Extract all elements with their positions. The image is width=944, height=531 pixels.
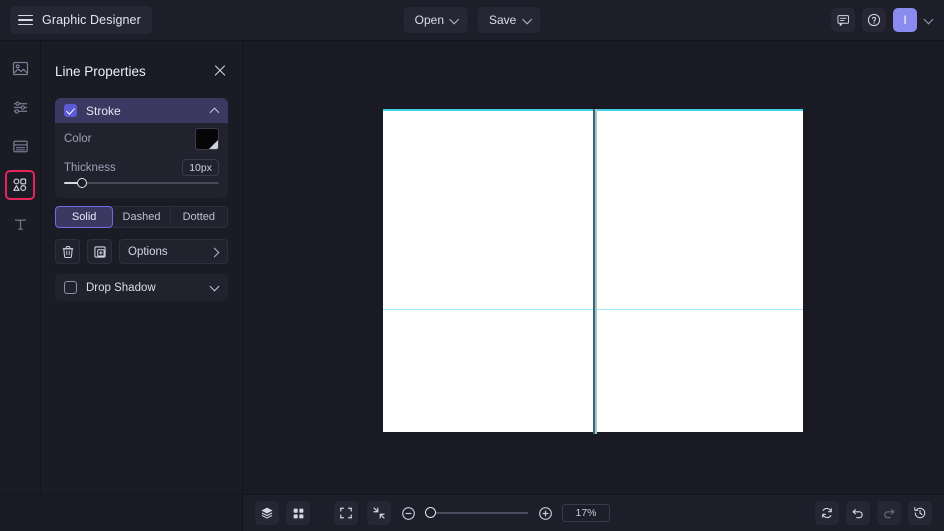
sidebar-item-shapes[interactable] bbox=[5, 170, 35, 200]
app-body: Line Properties Stroke Color Thickness 1… bbox=[0, 41, 944, 494]
stroke-section-header[interactable]: Stroke bbox=[55, 98, 228, 123]
chevron-right-icon bbox=[211, 248, 219, 256]
help-circle-icon bbox=[867, 13, 881, 27]
avatar[interactable]: I bbox=[893, 8, 917, 32]
drop-shadow-checkbox[interactable] bbox=[64, 281, 77, 294]
fit-screen-button[interactable] bbox=[334, 501, 358, 525]
canvas-stage[interactable] bbox=[243, 41, 944, 494]
tool-rail bbox=[0, 41, 41, 494]
zoom-in-circle-icon bbox=[538, 506, 553, 521]
view-tools bbox=[255, 501, 310, 525]
duplicate-button[interactable] bbox=[87, 239, 112, 264]
grid-button[interactable] bbox=[286, 501, 310, 525]
hamburger-icon bbox=[18, 15, 33, 26]
thickness-row: Thickness 10px bbox=[55, 155, 228, 177]
fit-screen-icon bbox=[339, 506, 353, 520]
chevron-up-icon[interactable] bbox=[210, 106, 219, 115]
zoom-out-button[interactable] bbox=[400, 505, 416, 521]
undo-button[interactable] bbox=[846, 501, 870, 525]
stroke-section: Stroke Color Thickness 10px bbox=[55, 98, 228, 198]
app-title: Graphic Designer bbox=[42, 13, 141, 27]
file-actions: Open Save bbox=[404, 7, 541, 33]
layers-button[interactable] bbox=[255, 501, 279, 525]
stroke-checkbox[interactable] bbox=[64, 104, 77, 117]
zoom-out-circle-icon bbox=[401, 506, 416, 521]
thickness-value[interactable]: 10px bbox=[182, 159, 219, 176]
undo-icon bbox=[851, 506, 865, 520]
drop-shadow-row[interactable]: Drop Shadow bbox=[55, 274, 228, 301]
style-dotted-button[interactable]: Dotted bbox=[171, 206, 228, 228]
layout-rows-icon bbox=[12, 138, 29, 155]
style-solid-button[interactable]: Solid bbox=[55, 206, 113, 228]
color-row: Color bbox=[55, 123, 228, 155]
zoom-slider-track bbox=[425, 512, 528, 514]
comment-button[interactable] bbox=[831, 8, 855, 32]
panel-header: Line Properties bbox=[55, 49, 228, 93]
collapse-arrows-icon bbox=[372, 506, 386, 520]
refresh-button[interactable] bbox=[815, 501, 839, 525]
chevron-down-icon bbox=[451, 16, 459, 24]
selected-line-object[interactable] bbox=[593, 109, 595, 434]
chevron-down-icon bbox=[523, 16, 531, 24]
comment-icon bbox=[837, 14, 850, 27]
options-button[interactable]: Options bbox=[119, 239, 228, 264]
sidebar-item-text[interactable] bbox=[5, 209, 35, 239]
text-t-icon bbox=[12, 216, 29, 233]
delete-button[interactable] bbox=[55, 239, 80, 264]
trash-icon bbox=[61, 245, 75, 259]
zoom-slider-thumb[interactable] bbox=[425, 507, 436, 518]
bottom-left-panel-spacer bbox=[0, 495, 243, 531]
sidebar-item-image[interactable] bbox=[5, 53, 35, 83]
collapse-button[interactable] bbox=[367, 501, 391, 525]
zoom-controls: 17% bbox=[334, 501, 610, 525]
color-label: Color bbox=[64, 133, 91, 145]
thickness-slider[interactable] bbox=[64, 177, 219, 189]
open-button[interactable]: Open bbox=[404, 7, 468, 33]
thickness-label: Thickness bbox=[64, 162, 116, 174]
sidebar-item-layout[interactable] bbox=[5, 131, 35, 161]
thickness-slider-wrap bbox=[55, 177, 228, 198]
sidebar-item-adjustments[interactable] bbox=[5, 92, 35, 122]
save-label: Save bbox=[489, 13, 516, 27]
shapes-icon bbox=[12, 177, 28, 193]
layers-icon bbox=[260, 506, 274, 520]
image-icon bbox=[12, 60, 29, 77]
artboard[interactable] bbox=[383, 109, 803, 432]
redo-icon bbox=[882, 506, 896, 520]
slider-thumb[interactable] bbox=[77, 178, 87, 188]
history-icon bbox=[913, 506, 927, 520]
grid-icon bbox=[292, 507, 305, 520]
avatar-initial: I bbox=[903, 13, 906, 27]
account-chevron-down-icon[interactable] bbox=[924, 15, 934, 25]
history-controls bbox=[815, 501, 932, 525]
top-toolbar: Graphic Designer Open Save bbox=[0, 0, 944, 41]
refresh-icon bbox=[820, 506, 834, 520]
history-button[interactable] bbox=[908, 501, 932, 525]
line-style-segmented: Solid Dashed Dotted bbox=[55, 206, 228, 228]
page-title: Line Properties bbox=[55, 64, 146, 79]
zoom-slider[interactable] bbox=[425, 506, 528, 520]
zoom-in-button[interactable] bbox=[537, 505, 553, 521]
object-actions-row: Options bbox=[55, 239, 228, 264]
chevron-down-icon[interactable] bbox=[210, 283, 219, 292]
bottom-toolbar: 17% bbox=[0, 494, 944, 531]
redo-button[interactable] bbox=[877, 501, 901, 525]
close-icon[interactable] bbox=[212, 63, 228, 79]
save-button[interactable]: Save bbox=[478, 7, 540, 33]
app-window: Graphic Designer Open Save bbox=[0, 0, 944, 531]
app-menu-button[interactable]: Graphic Designer bbox=[10, 6, 152, 34]
color-swatch[interactable] bbox=[195, 128, 219, 150]
help-button[interactable] bbox=[862, 8, 886, 32]
account-actions: I bbox=[831, 8, 934, 32]
open-label: Open bbox=[415, 13, 444, 27]
options-label: Options bbox=[128, 246, 168, 258]
sliders-icon bbox=[12, 99, 29, 116]
slider-track bbox=[64, 182, 219, 184]
style-dashed-button[interactable]: Dashed bbox=[113, 206, 170, 228]
stroke-label: Stroke bbox=[86, 104, 201, 118]
properties-panel: Line Properties Stroke Color Thickness 1… bbox=[41, 41, 243, 494]
duplicate-icon bbox=[93, 245, 107, 259]
zoom-level-value[interactable]: 17% bbox=[562, 504, 610, 522]
drop-shadow-label: Drop Shadow bbox=[86, 282, 201, 294]
